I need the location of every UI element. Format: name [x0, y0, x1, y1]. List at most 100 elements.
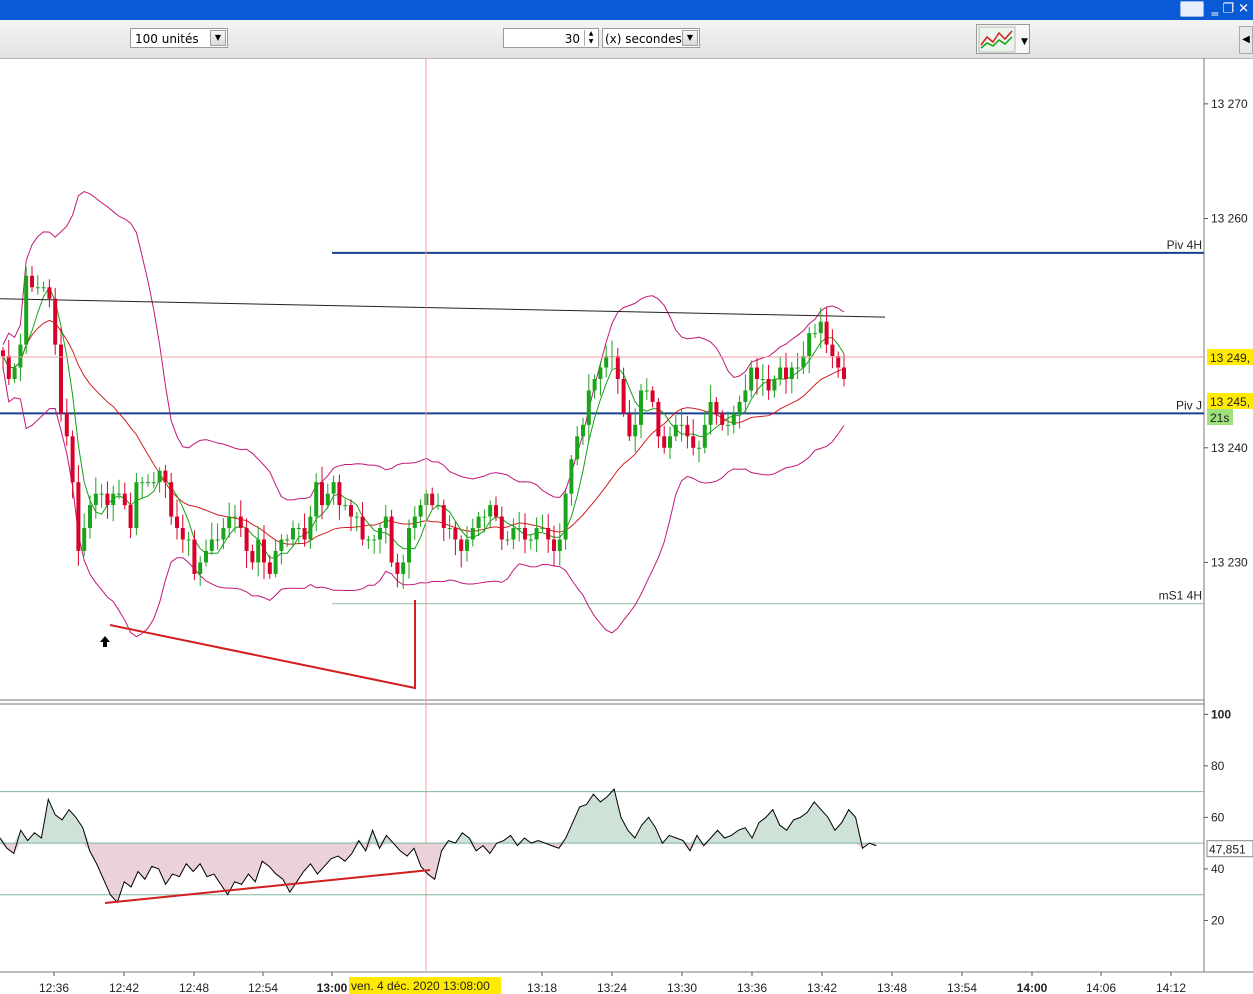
- candle: [262, 539, 266, 563]
- candle: [117, 493, 121, 495]
- candle: [720, 413, 725, 425]
- candle: [685, 424, 690, 437]
- candle: [285, 539, 290, 541]
- candle: [180, 528, 185, 540]
- time-tick-label: 14:06: [1086, 981, 1116, 994]
- candle: [140, 482, 145, 484]
- candle: [1, 350, 5, 357]
- candle: [534, 528, 539, 540]
- candle: [349, 505, 353, 517]
- rsi-tick-label: 20: [1211, 913, 1225, 927]
- level-label: mS1 4H: [1159, 589, 1202, 603]
- price-chart[interactable]: Piv 4H Piv J mS1 4H 13 249, 13 245, 21s ven. …: [0, 0, 1253, 994]
- candle: [818, 321, 823, 334]
- time-tick-label: 13:42: [807, 981, 837, 994]
- candle: [157, 470, 162, 483]
- candle: [418, 505, 423, 517]
- time-tick-label: 12:42: [109, 981, 139, 994]
- candle: [789, 367, 794, 379]
- candle: [662, 436, 667, 448]
- candle: [105, 493, 110, 506]
- candle: [41, 287, 46, 289]
- price-tag: 13 245,: [1210, 395, 1250, 409]
- candle: [204, 550, 208, 563]
- candle: [482, 516, 487, 518]
- candle: [412, 516, 417, 529]
- rsi-tick-label: 100: [1211, 707, 1231, 721]
- candle: [134, 482, 139, 529]
- candle: [18, 344, 23, 368]
- candle: [540, 528, 545, 530]
- candle: [731, 413, 736, 425]
- candle: [47, 287, 52, 299]
- candle: [627, 413, 632, 437]
- candle: [644, 390, 649, 392]
- candle: [244, 528, 249, 551]
- time-tick-label: 13:48: [877, 981, 907, 994]
- candle: [453, 528, 458, 540]
- candle: [494, 505, 498, 517]
- level-label: Piv J: [1176, 398, 1202, 412]
- candle: [702, 424, 707, 448]
- candle: [343, 505, 348, 507]
- candle: [563, 493, 568, 540]
- candle: [82, 528, 87, 551]
- candle: [337, 482, 342, 506]
- time-tick-label: 14:00: [1017, 981, 1048, 994]
- rsi-panel: 47,851: [0, 787, 1253, 904]
- candle: [476, 516, 481, 529]
- candle: [598, 367, 603, 379]
- candle: [668, 436, 672, 448]
- candle: [169, 482, 174, 517]
- candle: [99, 493, 104, 495]
- candle: [163, 470, 168, 483]
- candle: [111, 493, 116, 506]
- candle: [697, 447, 701, 449]
- candle: [331, 482, 336, 494]
- candle: [552, 539, 556, 551]
- candle: [499, 516, 504, 540]
- candle: [708, 401, 713, 425]
- candle: [314, 482, 319, 517]
- candle: [784, 367, 788, 379]
- pivot-levels: Piv 4H Piv J mS1 4H: [0, 238, 1204, 605]
- candle: [325, 493, 330, 506]
- level-label: Piv 4H: [1167, 238, 1202, 252]
- candle: [6, 356, 11, 379]
- candles: [1, 266, 846, 589]
- candle: [633, 424, 638, 437]
- candle: [441, 505, 446, 529]
- candle: [459, 539, 464, 551]
- candle: [755, 367, 759, 379]
- candle: [279, 539, 284, 551]
- candle: [221, 528, 226, 540]
- candle: [824, 321, 829, 345]
- candle: [186, 539, 191, 541]
- candle: [122, 493, 127, 506]
- candle: [407, 528, 411, 563]
- bollinger-upper: [2, 191, 845, 501]
- candle: [35, 287, 40, 289]
- candle: [151, 482, 156, 484]
- candle: [615, 356, 620, 379]
- candle: [575, 436, 580, 460]
- arrow-up-icon: [100, 636, 110, 647]
- candle: [215, 539, 220, 541]
- candle: [233, 516, 237, 518]
- candle: [465, 539, 469, 551]
- candle: [302, 528, 307, 540]
- candle: [192, 539, 197, 574]
- time-tick-label: 14:12: [1156, 981, 1186, 994]
- candle: [267, 562, 272, 574]
- candle: [511, 528, 516, 540]
- candle: [59, 344, 63, 414]
- time-tick-label: 13:00: [317, 981, 348, 994]
- candle: [238, 516, 243, 529]
- candle: [569, 459, 574, 494]
- candle: [743, 390, 748, 402]
- rsi-fill-overbought: [0, 789, 877, 844]
- candle: [778, 367, 783, 379]
- time-tick-label: 12:36: [39, 981, 69, 994]
- time-tick-label: 12:54: [248, 981, 278, 994]
- candle: [726, 424, 730, 426]
